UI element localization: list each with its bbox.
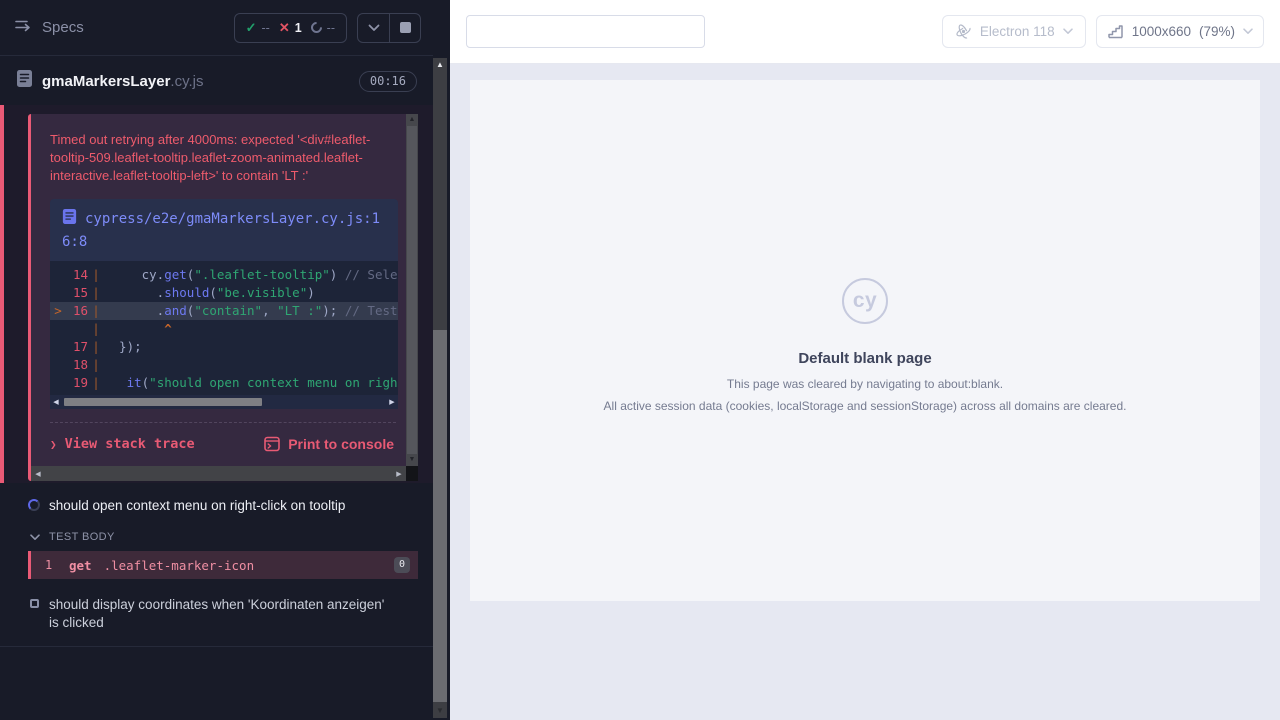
document-icon (16, 69, 33, 93)
scroll-right-icon[interactable]: ▶ (386, 398, 398, 406)
command-number: 1 (45, 558, 69, 572)
specs-menu-icon[interactable] (14, 17, 32, 38)
error-message: Timed out retrying after 4000ms: expecte… (31, 129, 406, 185)
error-vertical-scrollbar[interactable]: ▲ ▼ (406, 114, 418, 466)
spec-timer: 00:16 (359, 71, 417, 92)
electron-icon (955, 23, 972, 40)
test-body-label: TEST BODY (49, 531, 115, 543)
view-stack-trace-button[interactable]: ❯View stack trace (50, 436, 195, 452)
command-argument: .leaflet-marker-icon (104, 558, 255, 573)
browser-label: Electron 118 (980, 24, 1055, 39)
scroll-left-icon[interactable]: ◀ (31, 470, 45, 478)
sidebar-scroll-thumb[interactable] (433, 330, 447, 702)
stat-passed: ✓ -- (246, 20, 270, 36)
chevron-right-icon: ❯ (50, 438, 57, 451)
code-line: 17| }); (50, 338, 398, 356)
blank-page-line2: All active session data (cookies, localS… (470, 398, 1260, 415)
test-title: should open context menu on right-click … (49, 497, 345, 515)
collapse-button[interactable] (358, 14, 389, 42)
test-title: should display coordinates when 'Koordin… (49, 596, 393, 632)
specs-title: Specs (42, 19, 84, 36)
code-lines: 14| cy.get(".leaflet-tooltip") // Sele15… (50, 261, 398, 395)
blank-page-title: Default blank page (470, 350, 1260, 367)
error-panel: Timed out retrying after 4000ms: expecte… (28, 114, 418, 481)
viewport-select[interactable]: 1000x660 (79%) (1096, 15, 1264, 48)
code-line: 15| .should("be.visible") (50, 284, 398, 302)
code-line: 14| cy.get(".leaflet-tooltip") // Sele (50, 266, 398, 284)
command-log-row[interactable]: 1 get .leaflet-marker-icon 0 (28, 551, 418, 579)
chevron-down-icon (1243, 28, 1253, 35)
aut-main-area: Electron 118 1000x660 (79%) cy Default b… (450, 0, 1280, 720)
console-icon (264, 436, 280, 452)
test-item-running[interactable]: should open context menu on right-click … (0, 483, 433, 521)
code-frame-path[interactable]: cypress/e2e/gmaMarkersLayer.cy.js:16:8 (50, 199, 398, 261)
failed-attempt-region: Timed out retrying after 4000ms: expecte… (0, 105, 433, 483)
scroll-right-icon[interactable]: ▶ (392, 470, 406, 478)
scroll-up-icon[interactable]: ▲ (406, 114, 418, 126)
pending-square-icon (30, 599, 39, 608)
stat-failed: ✕ 1 (279, 20, 302, 36)
stop-icon (400, 22, 411, 33)
code-line: 18| (50, 356, 398, 374)
error-scroll-area: Timed out retrying after 4000ms: expecte… (31, 114, 406, 466)
spec-file-row[interactable]: gmaMarkersLayer.cy.js 00:16 (0, 56, 433, 105)
test-body-section[interactable]: TEST BODY (0, 521, 433, 551)
aut-viewport: cy Default blank page This page was clea… (450, 64, 1280, 720)
scrollbar-corner (406, 466, 418, 481)
run-controls (357, 13, 421, 43)
reporter-content: Specs ✓ -- ✕ 1 -- (0, 0, 433, 720)
list-divider (0, 646, 433, 647)
command-method: get (69, 558, 92, 573)
spec-file-name: gmaMarkersLayer (42, 73, 170, 90)
browser-select[interactable]: Electron 118 (942, 15, 1086, 48)
scroll-left-icon[interactable]: ◀ (50, 398, 62, 406)
reporter-sidebar: Specs ✓ -- ✕ 1 -- (0, 0, 450, 720)
aut-header: Electron 118 1000x660 (79%) (450, 0, 1280, 64)
print-to-console-button[interactable]: Print to console (264, 436, 394, 452)
chevron-down-icon (30, 534, 40, 541)
cypress-logo: cy (842, 278, 888, 324)
error-vscroll-thumb[interactable] (407, 126, 417, 454)
app: Specs ✓ -- ✕ 1 -- (0, 0, 1280, 720)
error-horizontal-scrollbar[interactable]: ◀ ▶ (31, 466, 406, 481)
ruler-icon (1107, 24, 1124, 40)
sidebar-vertical-scrollbar[interactable]: ▲ ▼ (433, 58, 447, 718)
test-stats: ✓ -- ✕ 1 -- (234, 13, 347, 43)
test-item-pending[interactable]: should display coordinates when 'Koordin… (0, 579, 433, 646)
viewport-size: 1000x660 (1132, 24, 1191, 39)
reporter-header: Specs ✓ -- ✕ 1 -- (0, 0, 433, 56)
code-line: | ^ (50, 320, 398, 338)
command-count-badge: 0 (394, 557, 410, 573)
scroll-up-icon[interactable]: ▲ (433, 58, 447, 72)
pending-circle-icon (308, 20, 324, 36)
spinner-icon (28, 499, 40, 511)
url-input[interactable] (466, 15, 705, 48)
scroll-down-icon[interactable]: ▼ (406, 454, 418, 466)
file-icon (62, 208, 77, 232)
viewport-zoom: (79%) (1199, 24, 1235, 39)
error-actions: ❯View stack trace Print to console (31, 423, 406, 466)
stat-pending: -- (311, 21, 335, 35)
code-line: >16| .and("contain", "LT :"); // Test (50, 302, 398, 320)
code-scroll-thumb[interactable] (64, 398, 262, 406)
code-frame: cypress/e2e/gmaMarkersLayer.cy.js:16:8 1… (50, 199, 398, 409)
spec-file-ext: .cy.js (170, 73, 203, 90)
x-icon: ✕ (279, 20, 290, 36)
blank-page: cy Default blank page This page was clea… (470, 80, 1260, 601)
code-line: 19| it("should open context menu on righ (50, 374, 398, 392)
scroll-down-icon[interactable]: ▼ (433, 704, 447, 718)
code-horizontal-scrollbar[interactable]: ◀ ▶ (50, 395, 398, 409)
chevron-down-icon (368, 24, 380, 32)
blank-page-line1: This page was cleared by navigating to a… (470, 376, 1260, 393)
chevron-down-icon (1063, 28, 1073, 35)
check-icon: ✓ (246, 20, 257, 36)
stop-button[interactable] (389, 14, 420, 42)
